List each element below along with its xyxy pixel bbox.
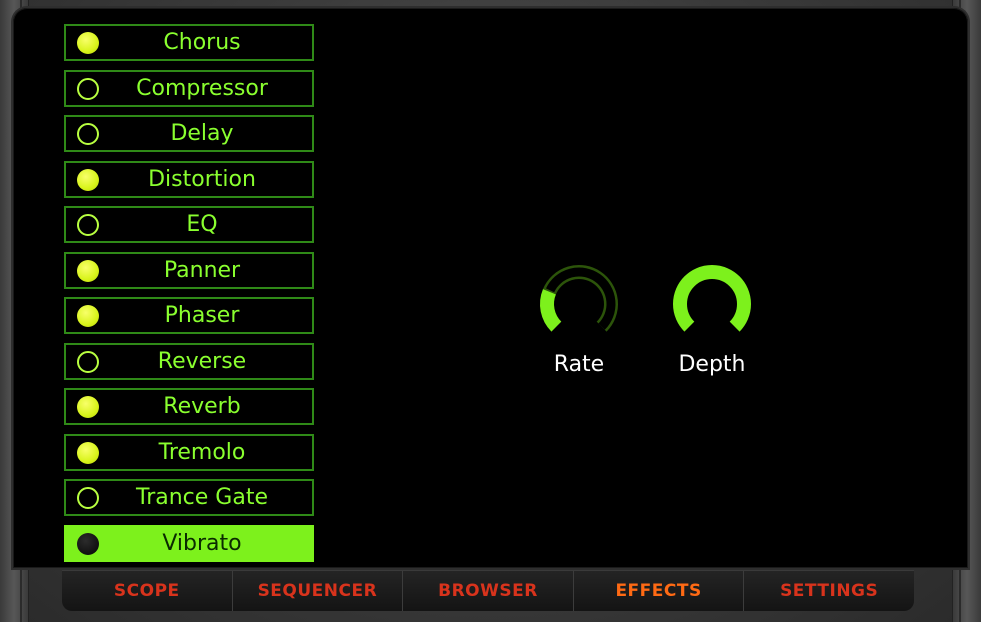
knob-depth[interactable]: Depth (652, 262, 772, 377)
tab-settings[interactable]: SETTINGS (744, 571, 914, 611)
effect-item-label: EQ (186, 212, 218, 237)
bottom-tab-bar: SCOPE SEQUENCER BROWSER EFFECTS SETTINGS (62, 570, 914, 611)
effect-item-eq[interactable]: EQ (64, 206, 314, 243)
effect-item-distortion[interactable]: Distortion (64, 160, 314, 198)
effect-item-label: Panner (163, 257, 241, 283)
effect-item-label: Trance Gate (136, 485, 268, 510)
knob-depth-label: Depth (678, 352, 746, 377)
tab-sequencer[interactable]: SEQUENCER (233, 571, 404, 611)
effect-item-chorus[interactable]: Chorus (64, 24, 314, 61)
effect-item-label: Phaser (164, 303, 240, 328)
effect-item-tremolo[interactable]: Tremolo (64, 433, 314, 471)
knob-value-arc (540, 289, 562, 332)
effect-item-label: Tremolo (158, 439, 246, 465)
effect-item-compressor[interactable]: Compressor (64, 69, 314, 107)
effect-item-label: Reverse (157, 348, 247, 374)
knob-rate[interactable]: Rate (519, 262, 639, 377)
effect-item-label: Vibrato (162, 530, 242, 556)
tab-effects[interactable]: EFFECTS (574, 571, 745, 611)
rate-knob-dial[interactable] (537, 262, 621, 346)
effect-item-reverb[interactable]: Reverb (64, 388, 314, 425)
effects-screen: Chorus Compressor Delay Distortion EQ Panner P… (13, 8, 968, 568)
knob-value-arc (673, 265, 751, 332)
effect-item-label: Reverb (163, 394, 241, 419)
effect-item-label: Chorus (163, 30, 241, 55)
effect-item-reverse[interactable]: Reverse (64, 342, 314, 380)
knob-rate-label: Rate (553, 352, 605, 377)
effect-item-vibrato[interactable]: Vibrato (64, 524, 314, 562)
effect-item-label: Compressor (136, 75, 268, 101)
effect-item-delay[interactable]: Delay (64, 115, 314, 152)
effect-item-label: Distortion (148, 166, 256, 192)
effect-item-panner[interactable]: Panner (64, 251, 314, 289)
effect-item-phaser[interactable]: Phaser (64, 297, 314, 334)
depth-knob-dial[interactable] (670, 262, 754, 346)
tab-browser[interactable]: BROWSER (403, 571, 574, 611)
effect-item-trance-gate[interactable]: Trance Gate (64, 479, 314, 516)
tab-scope[interactable]: SCOPE (62, 571, 233, 611)
effect-item-label: Delay (170, 121, 234, 146)
